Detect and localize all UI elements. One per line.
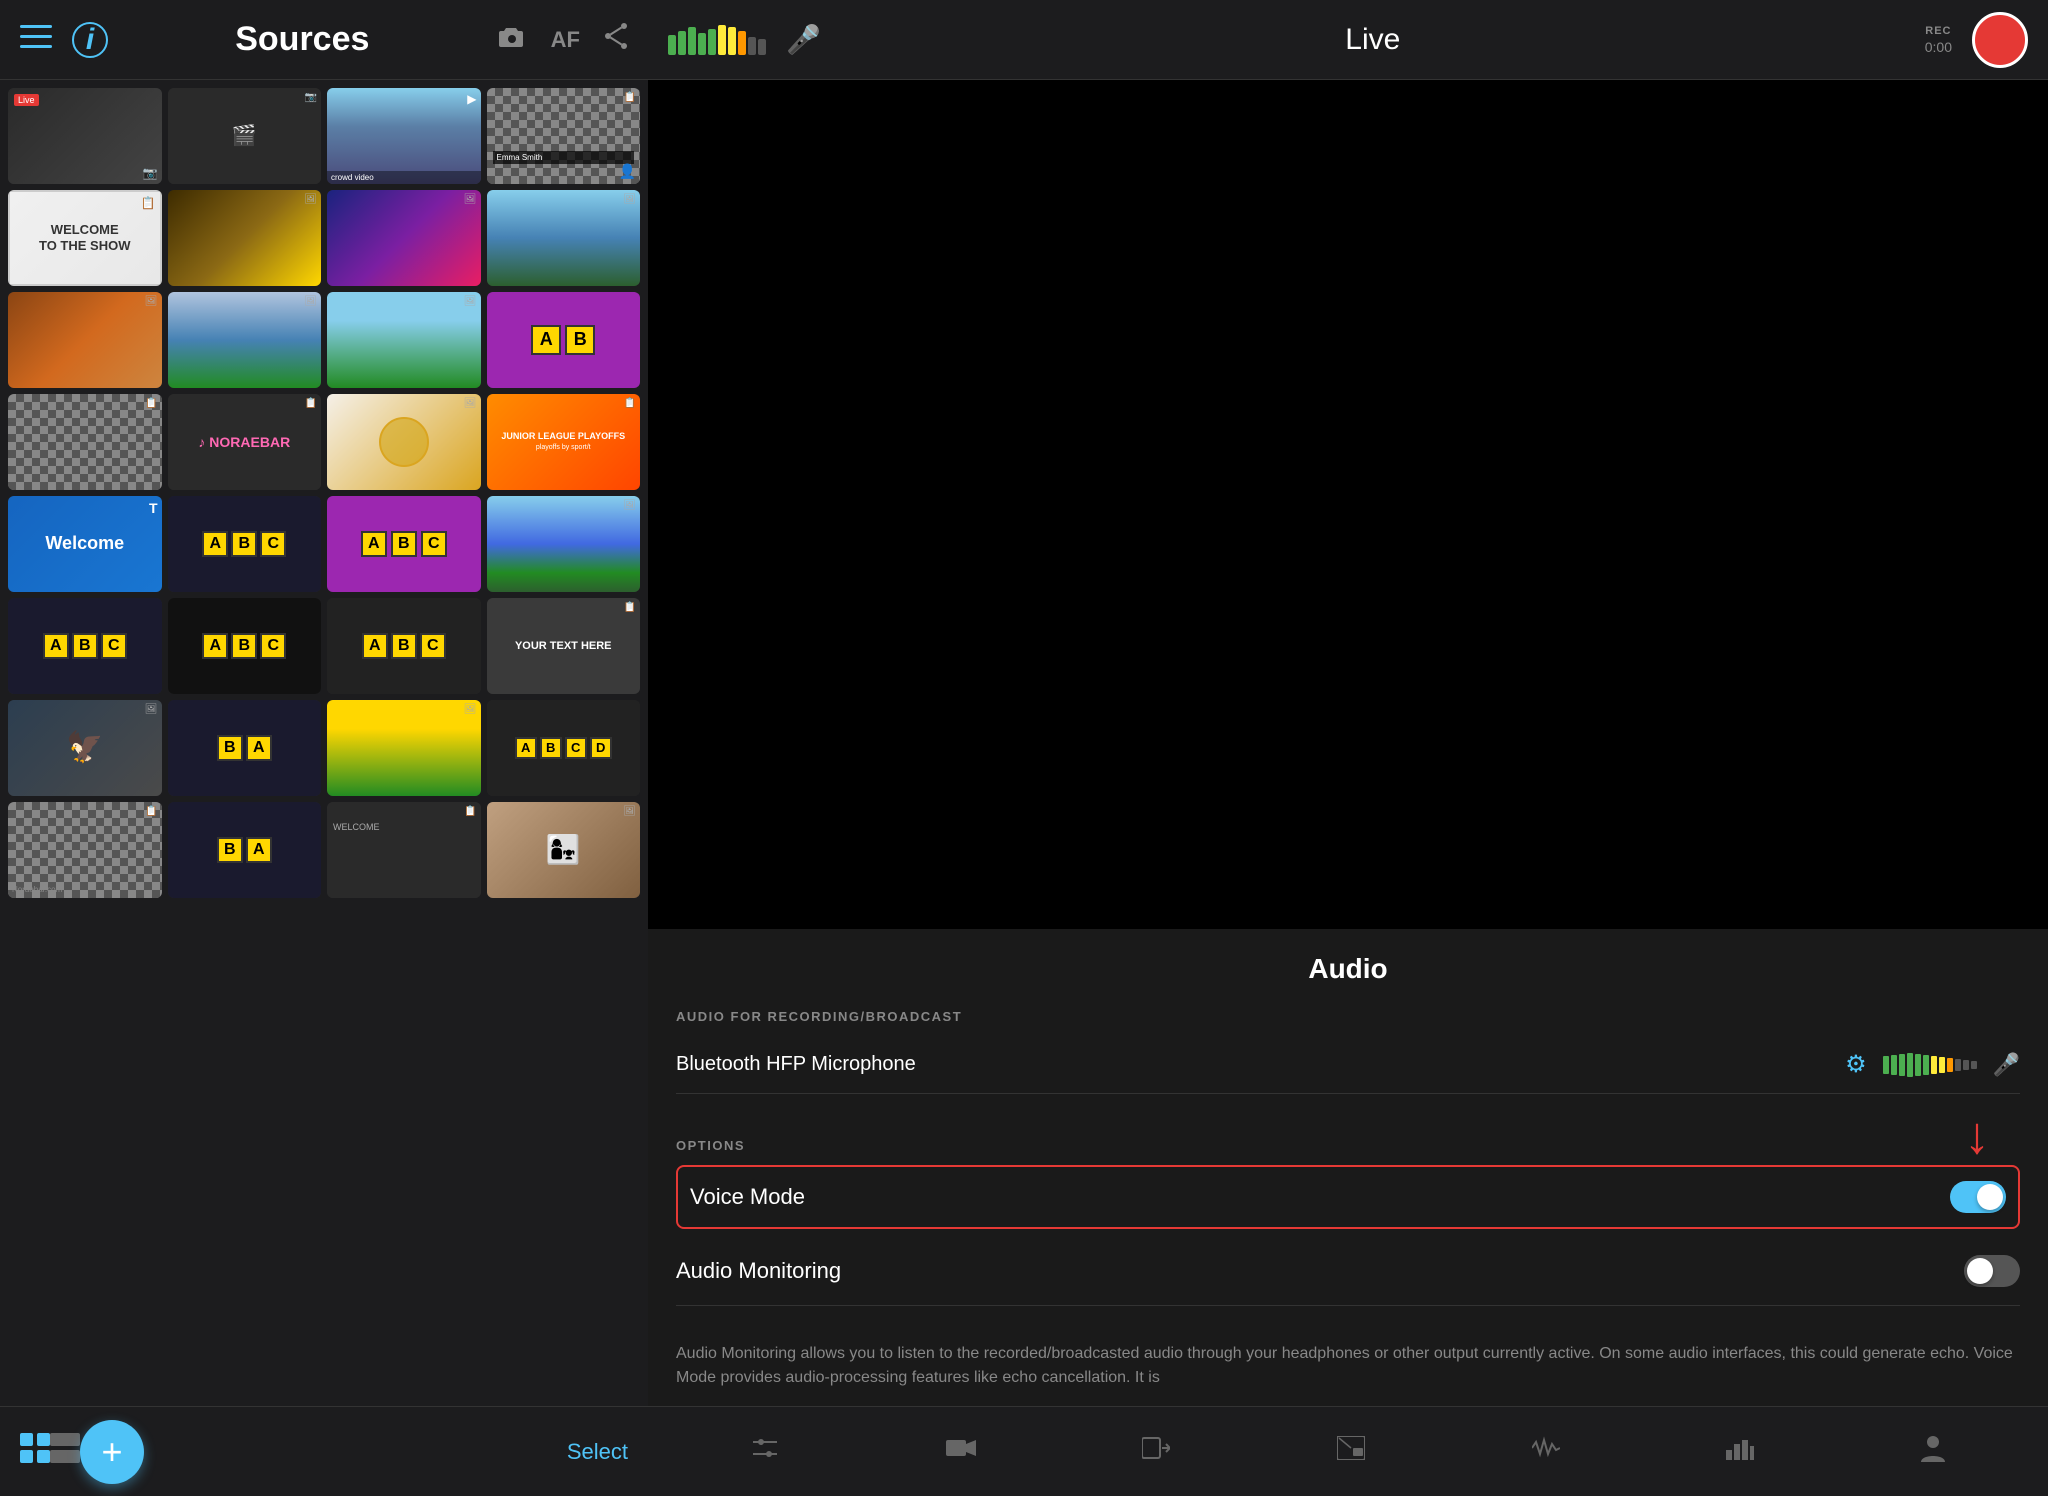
bottom-tabs-left: + Select	[0, 1406, 648, 1496]
grid-item-soup[interactable]: 🖼	[327, 394, 481, 490]
grid-item-field[interactable]: 🖼	[327, 292, 481, 388]
grid-item-welcome-small[interactable]: 📋 WELCOME	[327, 802, 481, 898]
right-top-bar: 🎤 Live REC 0:00	[648, 0, 2048, 80]
grid-item-ba-yellow2[interactable]: B A	[168, 802, 322, 898]
grid-item-live-camera[interactable]: Live 📷	[8, 88, 162, 184]
sources-title: Sources	[128, 20, 477, 59]
welcome-text: WELCOMETO THE SHOW	[39, 222, 130, 253]
settings-icon[interactable]: ⚙	[1845, 1050, 1867, 1079]
options-section: OPTIONS ↓ Voice Mode Audio Monitoring	[648, 1118, 2048, 1326]
options-label: OPTIONS	[676, 1138, 2020, 1153]
voice-mode-label: Voice Mode	[690, 1184, 1950, 1210]
right-bottom-tabs	[648, 1406, 2048, 1496]
grid-item-person[interactable]: 🖼 👩‍👧	[487, 802, 641, 898]
grid-item-crowd2[interactable]: 🖼	[327, 190, 481, 286]
grid-item-abcd-dark[interactable]: A B C D	[487, 700, 641, 796]
grid-item-welcome-blue[interactable]: T Welcome	[8, 496, 162, 592]
camera-icon[interactable]	[497, 24, 527, 56]
right-panel: 🎤 Live REC 0:00 Audio AUDIO FOR RECORDIN…	[648, 0, 2048, 1496]
sources-grid: Live 📷 📷 🎬 ▶ crowd video 📋 Emma Smith 👤	[0, 80, 648, 1406]
share-icon[interactable]	[604, 22, 628, 57]
grid-item-your-text[interactable]: 📋 YOUR TEXT HERE	[487, 598, 641, 694]
audio-title: Audio	[676, 953, 2020, 985]
level-meter	[1883, 1053, 1977, 1077]
grid-item-welcome[interactable]: 📋 WELCOMETO THE SHOW	[8, 190, 162, 286]
rec-info: REC 0:00	[1925, 25, 1952, 55]
sliders-tab-icon[interactable]	[751, 1436, 779, 1467]
rec-time: 0:00	[1925, 39, 1952, 55]
camera-badge: 📷	[305, 92, 317, 103]
recording-label: AUDIO FOR RECORDING/BROADCAST	[676, 1009, 2020, 1024]
arrow-indicator: ↓	[1964, 1110, 1990, 1162]
grid-item-concert[interactable]: 🖼	[168, 190, 322, 286]
grid-item-landscape[interactable]: 🖼	[327, 700, 481, 796]
select-button[interactable]: Select	[567, 1439, 628, 1465]
af-label[interactable]: AF	[551, 27, 580, 53]
mic-icon: 🎤	[786, 23, 821, 56]
left-panel: i Sources AF	[0, 0, 648, 1496]
grid-item-blank-layer2[interactable]: 📋 Noraebar.com	[8, 802, 162, 898]
grid-item-city[interactable]: 🖼	[487, 190, 641, 286]
playoffs-text: JUNIOR LEAGUE PLAYOFFSplayoffs by sport/…	[501, 431, 625, 453]
audio-section: Audio AUDIO FOR RECORDING/BROADCAST Blue…	[648, 929, 2048, 1118]
voice-mode-toggle[interactable]	[1950, 1181, 2006, 1213]
camera-tab-icon[interactable]	[946, 1436, 976, 1467]
grid-item-ba-yellow[interactable]: B A	[168, 700, 322, 796]
output-tab-icon[interactable]	[1142, 1436, 1170, 1467]
grid-item-ab-scoreboard[interactable]: A B	[487, 292, 641, 388]
audio-meters	[668, 25, 766, 55]
waveform-tab-icon[interactable]	[1532, 1436, 1560, 1467]
grid-item-building[interactable]: 🖼	[8, 292, 162, 388]
mic-right-icon: 🎤	[1993, 1052, 2020, 1078]
grid-item-blank-layer1[interactable]: 📋	[8, 394, 162, 490]
grid-item-abc-yellow[interactable]: A B C	[168, 496, 322, 592]
grid-item-noraebar1[interactable]: 📋 ♪ NORAEBAR	[168, 394, 322, 490]
your-text-content: YOUR TEXT HERE	[515, 640, 612, 652]
menu-icon[interactable]	[20, 24, 52, 56]
grid-item-overlay[interactable]: 📋 Emma Smith 👤	[487, 88, 641, 184]
grid-item-city2[interactable]: 🖼	[168, 292, 322, 388]
grid-item-abc-dark1[interactable]: A B C	[8, 598, 162, 694]
live-label: Live	[841, 23, 1905, 57]
audio-monitoring-toggle[interactable]	[1964, 1255, 2020, 1287]
layout-view-icon[interactable]	[50, 1433, 80, 1470]
pip-tab-icon[interactable]	[1337, 1436, 1365, 1467]
grid-item-animal[interactable]: 🖼 🦅	[8, 700, 162, 796]
grid-item-video[interactable]: ▶ crowd video	[327, 88, 481, 184]
grid-item-lake[interactable]: 🖼	[487, 496, 641, 592]
person-tab-icon[interactable]	[1921, 1434, 1945, 1469]
voice-mode-row: Voice Mode	[676, 1165, 2020, 1229]
grid-item-abc-dark3[interactable]: A B C	[327, 598, 481, 694]
preview-area	[648, 80, 2048, 929]
grid-item-playoffs[interactable]: 📋 JUNIOR LEAGUE PLAYOFFSplayoffs by spor…	[487, 394, 641, 490]
bluetooth-mic-label: Bluetooth HFP Microphone	[676, 1053, 1829, 1076]
grid-view-icon[interactable]	[20, 1433, 50, 1470]
grid-item-abc-dark2[interactable]: A B C	[168, 598, 322, 694]
top-bar: i Sources AF	[0, 0, 648, 80]
audio-monitoring-label: Audio Monitoring	[676, 1258, 1964, 1284]
grid-item-abc-purple[interactable]: A B C	[327, 496, 481, 592]
audio-monitoring-row: Audio Monitoring	[676, 1237, 2020, 1306]
info-icon[interactable]: i	[72, 22, 108, 58]
chart-tab-icon[interactable]	[1726, 1436, 1754, 1467]
add-button[interactable]: +	[80, 1420, 144, 1484]
top-bar-right: AF	[497, 22, 628, 57]
grid-item-camera[interactable]: 📷 🎬	[168, 88, 322, 184]
description-text: Audio Monitoring allows you to listen to…	[648, 1326, 2048, 1406]
record-button[interactable]	[1972, 12, 2028, 68]
bluetooth-mic-row: Bluetooth HFP Microphone ⚙ 🎤	[676, 1036, 2020, 1094]
rec-label: REC	[1925, 25, 1951, 37]
